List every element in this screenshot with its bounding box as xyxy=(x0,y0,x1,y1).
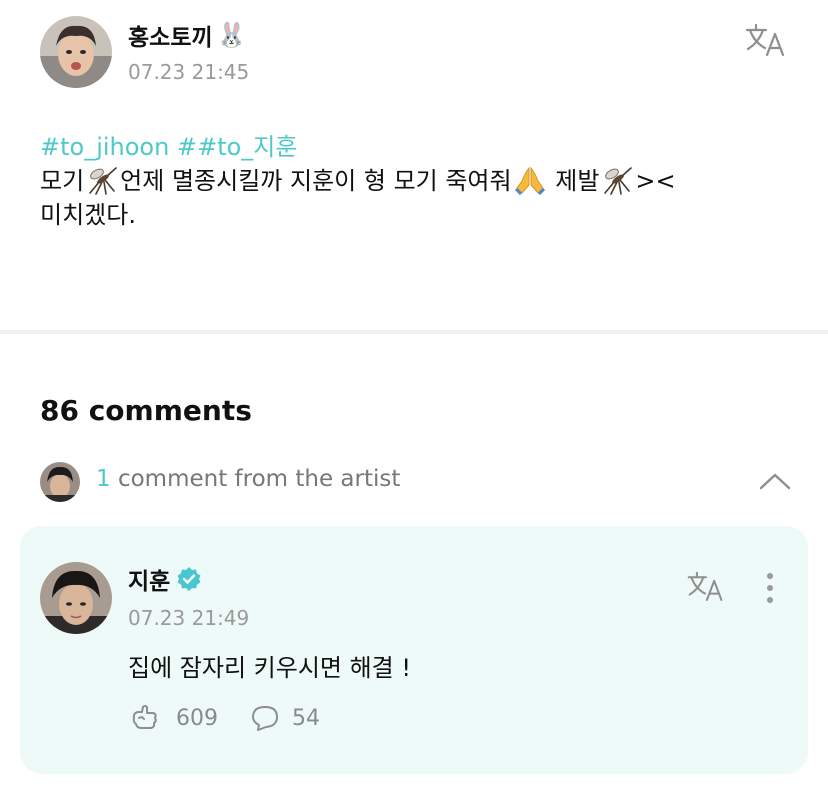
hashtag-row: #to_jihoon ##to_지훈 xyxy=(40,130,800,164)
artist-comment-author-text: 지훈 xyxy=(128,569,171,595)
translate-icon[interactable] xyxy=(744,22,788,58)
translate-icon[interactable] xyxy=(686,570,726,602)
artist-comment-author[interactable]: 지훈 xyxy=(128,562,202,596)
artist-comment-avatar[interactable] xyxy=(40,562,112,634)
folded-hands-emoji xyxy=(514,165,546,195)
comments-count-heading: 86 comments xyxy=(40,394,252,427)
comment-bubble-icon[interactable] xyxy=(250,704,280,732)
post-text-segment: 언제 멸종시킬까 지훈이 형 모기 죽여줘 xyxy=(120,167,512,195)
more-vertical-icon[interactable] xyxy=(758,568,782,608)
reply-count: 54 xyxy=(292,706,320,731)
artist-comments-count: 1 xyxy=(96,466,111,492)
artist-comment-card: 지훈 07.23 21:49 집에 잠자리 키우시면 해결 ! 609 54 xyxy=(20,526,808,774)
bunny-face-emoji: 🐰 xyxy=(216,21,247,49)
post-text-segment: 제발 xyxy=(547,167,600,195)
post-author-name-text: 홍소토끼 xyxy=(128,25,213,51)
artist-comments-label: comment from the artist xyxy=(110,466,401,492)
post-text-segment: 모기 xyxy=(40,167,85,195)
post-text-line-2: 미치겠다. xyxy=(40,201,136,229)
post-text-segment: >< xyxy=(635,167,676,195)
post-body: #to_jihoon ##to_지훈 모기 언제 멸종시킬까 지훈이 형 모기 죽… xyxy=(40,130,800,232)
mosquito-emoji xyxy=(86,165,118,195)
artist-comments-toggle[interactable]: 1 comment from the artist xyxy=(96,466,400,492)
artist-avatar-small xyxy=(40,462,80,502)
mosquito-emoji xyxy=(601,165,633,195)
chevron-up-icon[interactable] xyxy=(758,470,792,492)
hashtag-link[interactable]: #to_jihoon xyxy=(40,133,169,161)
verified-badge-icon xyxy=(176,566,202,592)
hashtag-link[interactable]: ##to_지훈 xyxy=(177,133,297,161)
post-author-avatar[interactable] xyxy=(40,16,112,88)
like-icon[interactable] xyxy=(130,704,160,732)
artist-comment-timestamp: 07.23 21:49 xyxy=(128,606,250,630)
like-count: 609 xyxy=(176,706,218,731)
artist-comment-text: 집에 잠자리 키우시면 해결 ! xyxy=(128,654,412,682)
post-author-name[interactable]: 홍소토끼 🐰 xyxy=(128,18,247,52)
section-divider xyxy=(0,330,828,334)
post-timestamp: 07.23 21:45 xyxy=(128,60,250,84)
post-text-line-1: 모기 언제 멸종시킬까 지훈이 형 모기 죽여줘 제발 >< xyxy=(40,164,800,198)
